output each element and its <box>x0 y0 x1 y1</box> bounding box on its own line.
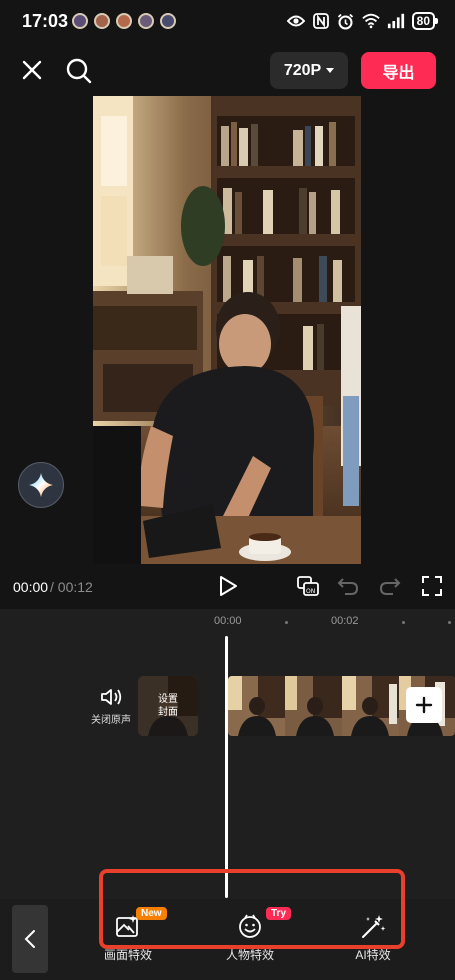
speaker-icon <box>101 689 122 705</box>
ruler-mark: 00:00 <box>214 615 242 627</box>
ruler-mark: 00:02 <box>331 615 359 627</box>
close-button[interactable] <box>18 56 46 84</box>
face-effect-icon <box>239 914 261 938</box>
tool-label: AI特效 <box>355 948 391 962</box>
play-button[interactable] <box>216 574 240 598</box>
tool-ai-effects[interactable]: AI特效 <box>333 913 413 963</box>
playhead[interactable] <box>225 636 228 898</box>
time-separator: / <box>50 579 54 595</box>
close-icon <box>22 60 42 80</box>
app-notification-icon <box>138 13 154 29</box>
app-notification-icon <box>94 13 110 29</box>
compare-on-icon: ON <box>297 576 319 596</box>
battery-icon: 80 <box>411 12 439 30</box>
ruler-dot <box>402 621 405 624</box>
plus-icon <box>415 696 433 714</box>
undo-button[interactable] <box>336 574 360 598</box>
video-preview[interactable] <box>93 96 361 564</box>
effects-toolbar: 画面特效 New 人物特效 Try AI特效 <box>0 899 455 980</box>
ruler-dot <box>448 621 451 624</box>
tool-label: 人物特效 <box>225 948 274 962</box>
tool-image-effects[interactable]: 画面特效 <box>88 913 168 963</box>
fullscreen-button[interactable] <box>420 574 444 598</box>
app-notification-icon <box>116 13 132 29</box>
video-frame-image <box>93 96 361 564</box>
timeline-panel[interactable]: 00:00 00:02 关闭原声 设置 封面 <box>0 609 455 899</box>
set-cover-button[interactable]: 设置 封面 <box>138 676 198 736</box>
back-button[interactable] <box>12 905 48 973</box>
current-time: 00:00 <box>13 579 49 595</box>
new-badge: New <box>136 907 167 920</box>
cover-label-line2: 封面 <box>158 707 178 718</box>
playback-controls: 00:00 / 00:12 ON <box>0 570 455 604</box>
tool-label: 画面特效 <box>103 948 152 962</box>
caret-down-icon <box>326 68 335 73</box>
ai-assistant-button[interactable] <box>18 462 64 508</box>
keyframe-toggle-button[interactable]: ON <box>296 574 320 598</box>
resolution-dropdown[interactable]: 720P <box>270 52 348 89</box>
export-button[interactable]: 导出 <box>361 52 436 89</box>
chevron-left-icon <box>24 930 35 948</box>
total-time: / 00:12 <box>50 579 93 595</box>
fullscreen-icon <box>422 576 442 596</box>
status-indicators: 80 <box>286 12 439 30</box>
clip-thumbnail <box>228 676 285 736</box>
alarm-icon <box>337 12 355 30</box>
status-bar: 17:03 80 <box>0 0 455 44</box>
app-notification-icon <box>160 13 176 29</box>
play-icon <box>220 576 237 596</box>
add-clip-button[interactable] <box>406 687 442 723</box>
clip-thumbnail <box>342 676 399 736</box>
sparkle-icon <box>29 473 53 497</box>
undo-icon <box>337 578 359 595</box>
nfc-icon <box>312 12 330 30</box>
eye-icon <box>286 12 305 30</box>
signal-icon <box>387 12 405 30</box>
mute-original-audio-button[interactable]: 关闭原声 <box>88 687 134 726</box>
wifi-icon <box>361 12 380 30</box>
try-badge: Try <box>266 907 292 920</box>
time-ruler: 00:00 00:02 <box>0 615 455 635</box>
notification-app-icons <box>72 13 176 29</box>
magic-wand-icon <box>362 915 386 938</box>
ruler-dot <box>285 621 288 624</box>
search-button[interactable] <box>64 56 94 86</box>
status-time: 17:03 <box>22 11 69 31</box>
svg-text:ON: ON <box>306 588 315 595</box>
tool-character-effects[interactable]: 人物特效 <box>210 913 290 963</box>
redo-icon <box>379 578 401 595</box>
redo-button[interactable] <box>378 574 402 598</box>
clip-thumbnail <box>285 676 342 736</box>
cover-label-line1: 设置 <box>158 694 178 705</box>
resolution-value: 720P <box>283 61 322 79</box>
cover-label: 设置 封面 <box>158 693 178 719</box>
total-duration: 00:12 <box>57 579 93 595</box>
mute-label: 关闭原声 <box>91 715 131 726</box>
search-icon <box>66 58 92 84</box>
editor-top-bar: 720P 导出 <box>0 44 455 98</box>
app-notification-icon <box>72 13 88 29</box>
